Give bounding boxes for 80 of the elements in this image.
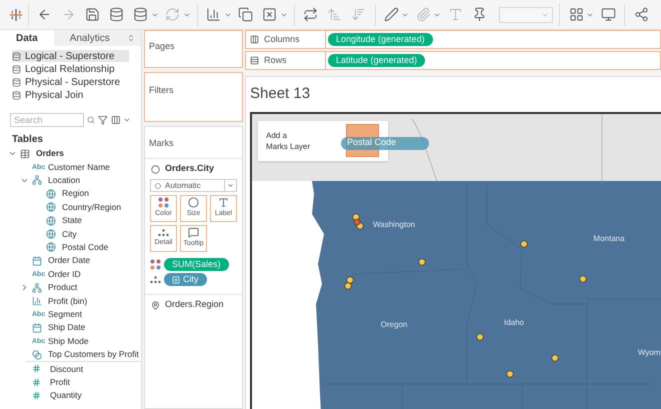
- detail-dots-icon: [158, 228, 169, 237]
- circle-mark-icon: [155, 182, 161, 188]
- caret-icon[interactable]: [123, 116, 131, 124]
- field-item[interactable]: Orders: [36, 147, 64, 160]
- data-source-item[interactable]: Physical Join: [12, 89, 129, 101]
- section-heading: Tables: [12, 133, 43, 147]
- field-item[interactable]: Quantity: [50, 389, 82, 402]
- field-item[interactable]: Discount: [50, 362, 84, 376]
- dropdown-field[interactable]: [499, 6, 554, 22]
- field-item[interactable]: Order Date: [48, 254, 90, 268]
- field-item[interactable]: Location: [48, 174, 80, 187]
- tooltip-icon: [188, 227, 199, 238]
- field-item[interactable]: Ship Date: [48, 321, 86, 334]
- field-item[interactable]: Product: [48, 281, 78, 294]
- database-icon: [12, 90, 21, 100]
- table-icon: [20, 148, 30, 159]
- mark-type-dropdown[interactable]: Automatic: [150, 179, 237, 192]
- state-label: Montana: [593, 232, 625, 244]
- expand-icon[interactable]: [20, 283, 29, 292]
- search-field[interactable]: Search: [10, 113, 84, 127]
- drop-target-text: Add a Marks Layer: [266, 130, 310, 152]
- map-layer-icon: [151, 300, 160, 310]
- field-item[interactable]: Region: [62, 187, 89, 200]
- search-icon[interactable]: [87, 116, 95, 124]
- size-icon: [188, 197, 199, 208]
- database-icon: [12, 64, 21, 74]
- globe-icon: [46, 229, 56, 240]
- filter-icon[interactable]: [98, 115, 108, 125]
- stepper-icon[interactable]: [127, 34, 135, 42]
- hierarchy-icon: [32, 175, 42, 186]
- field-item[interactable]: Profit: [50, 376, 70, 389]
- caret-icon[interactable]: [227, 182, 234, 189]
- data-source-item[interactable]: Logical - Superstore: [12, 50, 129, 62]
- label-icon: [218, 197, 229, 208]
- state-label: Washington: [373, 218, 415, 230]
- bin-icon: [32, 296, 42, 306]
- field-item[interactable]: Top Customers by Profit: [48, 348, 139, 361]
- measure-icon: [32, 364, 41, 374]
- shelf-label: Rows: [264, 54, 287, 67]
- field-item[interactable]: City: [62, 228, 77, 240]
- field-item[interactable]: Profit (bin): [48, 294, 88, 308]
- expand-box-icon: [172, 276, 180, 284]
- card-title: Filters: [149, 85, 174, 95]
- globe-icon: [46, 188, 56, 199]
- state-label: Oregon: [380, 318, 408, 330]
- measure-icon: [32, 378, 41, 387]
- globe-icon: [46, 202, 56, 212]
- calendar-icon: [32, 322, 42, 333]
- card-title: Pages: [149, 41, 175, 51]
- measure-icon: [32, 391, 41, 400]
- database-icon: [12, 78, 21, 86]
- detail-dots-icon: [150, 276, 161, 284]
- sheet-title: Sheet 13: [249, 84, 312, 104]
- color-dots-icon: [158, 197, 169, 208]
- pane-tab[interactable]: Analytics: [54, 30, 127, 46]
- globe-icon: [46, 216, 56, 226]
- globe-icon: [46, 242, 56, 252]
- columns-icon: [250, 35, 259, 44]
- field-item[interactable]: Ship Mode: [48, 334, 89, 348]
- color-dots-icon: [150, 259, 161, 270]
- data-source-item[interactable]: Physical - Superstore: [12, 76, 129, 88]
- field-item[interactable]: Country/Region: [62, 200, 122, 214]
- shelf-label: Columns: [264, 32, 300, 46]
- field-item[interactable]: State: [62, 214, 82, 228]
- state-label: Idaho: [504, 316, 524, 328]
- app-logo-icon: [10, 8, 22, 22]
- field-item[interactable]: Postal Code: [62, 241, 108, 254]
- view-options-icon[interactable]: [110, 115, 120, 125]
- rows-icon: [250, 56, 259, 65]
- calendar-icon: [32, 256, 42, 266]
- database-icon: [12, 52, 21, 60]
- set-icon: [32, 350, 42, 360]
- field-item[interactable]: Customer Name: [48, 160, 110, 174]
- card-title: Marks: [149, 138, 174, 148]
- marks-layer-title[interactable]: Orders.Region: [165, 298, 224, 312]
- data-source-item[interactable]: Logical Relationship: [12, 63, 129, 75]
- field-item[interactable]: Segment: [48, 308, 82, 321]
- hierarchy-icon: [32, 282, 42, 293]
- marks-layer-title[interactable]: Orders.City: [165, 162, 214, 176]
- field-item[interactable]: Order ID: [48, 268, 81, 281]
